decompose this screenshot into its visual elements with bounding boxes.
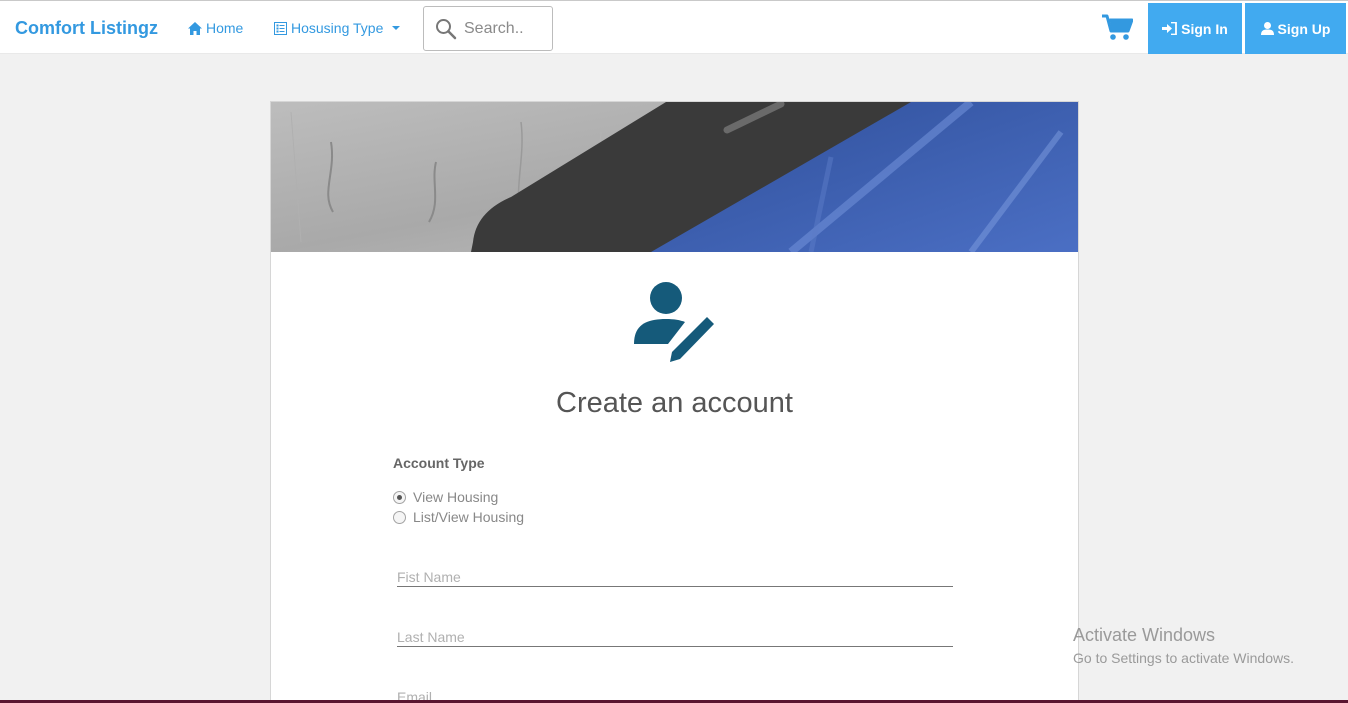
last-name-field[interactable] [397, 621, 953, 647]
navbar: Comfort Listingz Home Hosusing Type Sear… [0, 0, 1348, 54]
nav-home-label: Home [206, 20, 244, 36]
account-type-label: Account Type [393, 455, 485, 471]
first-name-field[interactable] [397, 561, 953, 587]
activate-windows-watermark: Activate Windows Go to Settings to activ… [1073, 625, 1294, 666]
cart-button[interactable] [1102, 14, 1134, 46]
cart-icon [1102, 14, 1134, 40]
banner-image [271, 102, 1078, 252]
search-icon [436, 19, 457, 40]
sign-in-button[interactable]: Sign In [1148, 3, 1242, 54]
radio-button[interactable] [393, 510, 406, 524]
watermark-title: Activate Windows [1073, 625, 1216, 645]
radio-button[interactable] [393, 490, 406, 504]
sign-in-icon [1162, 22, 1178, 35]
radio-label: View Housing [413, 489, 499, 505]
chevron-down-icon [392, 26, 401, 30]
nav-housing-type-label: Hosusing Type [291, 20, 384, 36]
nav-housing-type-dropdown[interactable]: Hosusing Type [274, 20, 401, 36]
radio-list-view-housing[interactable]: List/View Housing [393, 509, 524, 525]
user-edit-icon [634, 282, 714, 362]
sign-up-label: Sign Up [1277, 20, 1331, 37]
brand-logo[interactable]: Comfort Listingz [15, 18, 158, 39]
list-icon [274, 21, 287, 35]
page-title: Create an account [556, 387, 793, 419]
home-icon [188, 21, 202, 35]
user-icon [1260, 22, 1274, 35]
signup-card: Create an account Account Type View Hous… [270, 101, 1079, 703]
sign-in-label: Sign In [1181, 20, 1228, 37]
search-input[interactable] [464, 19, 548, 39]
nav-home-link[interactable]: Home [188, 20, 243, 36]
search-box[interactable] [423, 6, 553, 51]
radio-label: List/View Housing [413, 509, 525, 525]
radio-view-housing[interactable]: View Housing [393, 489, 498, 505]
watermark-subtitle: Go to Settings to activate Windows. [1073, 650, 1294, 666]
sign-up-button[interactable]: Sign Up [1245, 3, 1346, 54]
